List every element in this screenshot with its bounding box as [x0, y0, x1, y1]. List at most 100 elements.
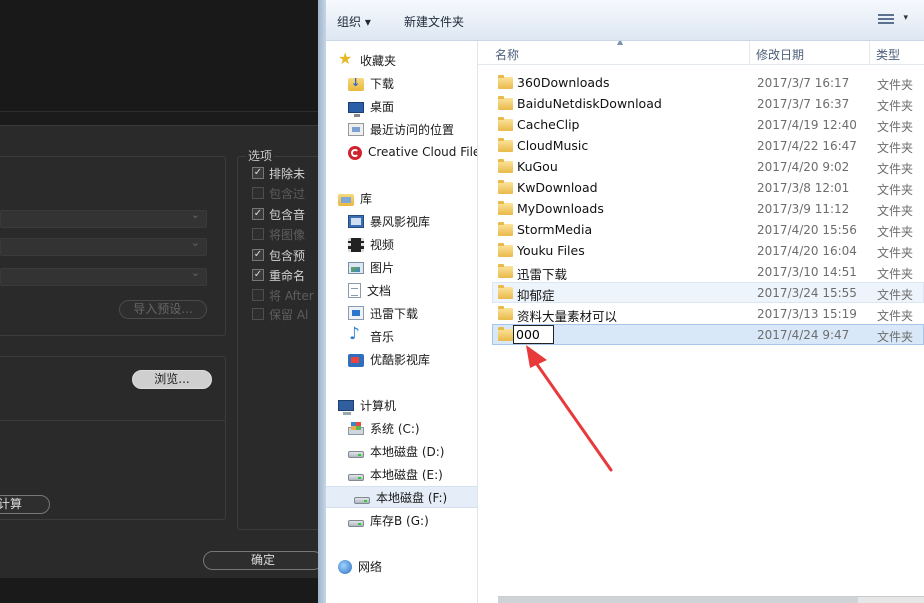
nav-item-music[interactable]: 音乐 [348, 324, 477, 347]
checkbox-checked[interactable]: ✓ [252, 269, 264, 281]
new-folder-button[interactable]: 新建文件夹 [404, 13, 464, 30]
nav-computer[interactable]: 计算机 [338, 394, 477, 416]
option-checkbox-row[interactable]: 包含过 [252, 185, 305, 201]
file-row[interactable]: 资料大量素材可以 2017/3/13 15:19 文件夹 [492, 303, 924, 324]
file-row[interactable]: KwDownload 2017/3/8 12:01 文件夹 [492, 177, 924, 198]
file-row[interactable]: MyDownloads 2017/3/9 11:12 文件夹 [492, 198, 924, 219]
option-checkbox-row[interactable]: ✓ 重命名 [252, 267, 305, 283]
horizontal-scrollbar[interactable] [498, 596, 924, 603]
file-row[interactable]: 抑郁症 2017/3/24 15:55 文件夹 [492, 282, 924, 303]
column-divider[interactable] [869, 41, 870, 65]
nav-item-label: Creative Cloud Files [368, 145, 478, 159]
nav-item-pictures[interactable]: 图片 [348, 256, 477, 278]
option-checkbox-row[interactable]: 将 After [252, 287, 314, 303]
file-row[interactable]: KuGou 2017/4/20 9:02 文件夹 [492, 156, 924, 177]
nav-item-videos[interactable]: 视频 [348, 233, 477, 255]
file-type: 文件夹 [877, 246, 914, 260]
file-row[interactable]: 360Downloads 2017/3/7 16:17 文件夹 [492, 72, 924, 93]
file-type: 文件夹 [877, 267, 914, 281]
folder-icon [498, 222, 513, 236]
folder-icon [498, 327, 513, 341]
file-row[interactable]: Youku Files 2017/4/20 16:04 文件夹 [492, 240, 924, 261]
creative-cloud-icon [348, 145, 362, 160]
preset-select-1[interactable] [0, 208, 207, 228]
nav-item-documents[interactable]: 文档 [348, 279, 477, 301]
xunlei-download-icon [348, 306, 364, 320]
nav-item-desktop[interactable]: 桌面 [348, 95, 477, 117]
nav-item-label: 迅雷下载 [370, 306, 419, 321]
option-checkbox-row[interactable]: 保留 Al [252, 306, 308, 322]
column-name[interactable]: 名称 [495, 46, 519, 63]
file-type: 文件夹 [877, 162, 914, 176]
option-checkbox-row[interactable]: ✓ 包含预 [252, 247, 305, 263]
computer-icon [338, 400, 354, 415]
folder-icon [498, 117, 513, 131]
file-row[interactable]: CloudMusic 2017/4/22 16:47 文件夹 [492, 135, 924, 156]
nav-item-label: 本地磁盘 (E:) [370, 467, 443, 482]
file-row[interactable]: CacheClip 2017/4/19 12:40 文件夹 [492, 114, 924, 135]
file-row[interactable]: 000 2017/4/24 9:47 文件夹 [492, 324, 924, 345]
file-name: KwDownload [517, 180, 598, 195]
nav-item-downloads[interactable]: 下载 [348, 72, 477, 94]
checkbox-unchecked[interactable] [252, 308, 264, 320]
calculate-button[interactable]: 计算 [0, 495, 50, 514]
nav-item-youku[interactable]: 优酷影视库 [348, 348, 477, 370]
nav-item-label: 下载 [370, 76, 395, 91]
option-label: 包含音 [269, 207, 306, 222]
nav-item-label: 音乐 [370, 329, 395, 344]
scrollbar-thumb[interactable] [498, 597, 858, 603]
import-preset-button[interactable]: 导入预设... [119, 300, 207, 319]
nav-item-label: 本地磁盘 (F:) [376, 490, 448, 505]
checkbox-checked[interactable]: ✓ [252, 249, 264, 261]
nav-libraries[interactable]: 库 [338, 187, 477, 209]
file-row[interactable]: StormMedia 2017/4/20 15:56 文件夹 [492, 219, 924, 240]
nav-item-baofeng[interactable]: 暴风影视库 [348, 210, 477, 232]
folder-icon [498, 138, 513, 152]
checkbox-unchecked[interactable] [252, 228, 264, 240]
nav-item-drive-e[interactable]: 本地磁盘 (E:) [348, 463, 477, 485]
nav-item-drive-g[interactable]: 库存B (G:) [348, 509, 477, 531]
column-divider[interactable] [749, 41, 750, 65]
nav-favorites[interactable]: 收藏夹 [338, 49, 477, 71]
libraries-icon [338, 193, 354, 206]
option-checkbox-row[interactable]: 将图像 [252, 226, 305, 242]
music-note-icon [348, 324, 364, 344]
file-row[interactable]: BaiduNetdiskDownload 2017/3/7 16:37 文件夹 [492, 93, 924, 114]
file-row[interactable]: 迅雷下载 2017/3/10 14:51 文件夹 [492, 261, 924, 282]
folder-icon [498, 159, 513, 173]
file-modified-date: 2017/4/20 15:56 [757, 223, 857, 237]
column-type[interactable]: 类型 [876, 46, 900, 63]
checkbox-unchecked[interactable] [252, 187, 264, 199]
hard-drive-icon [348, 519, 364, 527]
rename-input[interactable]: 000 [513, 325, 554, 344]
nav-item-label: 暴风影视库 [370, 214, 431, 229]
preset-select-2[interactable] [0, 236, 207, 256]
checkbox-checked[interactable]: ✓ [252, 167, 264, 179]
file-modified-date: 2017/4/19 12:40 [757, 118, 857, 132]
file-type: 文件夹 [877, 141, 914, 155]
checkbox-checked[interactable]: ✓ [252, 208, 264, 220]
option-label: 将 After [269, 288, 314, 303]
nav-item-drive-c[interactable]: 系统 (C:) [348, 417, 477, 439]
option-checkbox-row[interactable]: ✓ 排除未 [252, 165, 305, 181]
option-checkbox-row[interactable]: ✓ 包含音 [252, 206, 305, 222]
video-library-icon [348, 237, 364, 252]
nav-item-xunlei[interactable]: 迅雷下载 [348, 302, 477, 324]
view-dropdown-arrow[interactable]: ▾ [903, 13, 908, 23]
browse-button[interactable]: 浏览... [132, 370, 212, 389]
nav-item-drive-f[interactable]: 本地磁盘 (F:) [326, 486, 477, 508]
nav-item-label: 图片 [370, 260, 395, 275]
nav-item-drive-d[interactable]: 本地磁盘 (D:) [348, 440, 477, 462]
nav-network[interactable]: 网络 [338, 555, 477, 577]
organize-button[interactable]: 组织 ▾ [337, 13, 371, 30]
ok-button[interactable]: 确定 [203, 551, 318, 570]
column-modified[interactable]: 修改日期 [756, 46, 804, 63]
nav-item-label: 最近访问的位置 [370, 122, 455, 137]
file-modified-date: 2017/3/13 15:19 [757, 307, 857, 321]
checkbox-unchecked[interactable] [252, 289, 264, 301]
nav-item-recent-places[interactable]: 最近访问的位置 [348, 118, 477, 140]
preset-select-3[interactable] [0, 266, 207, 286]
view-options-icon[interactable] [878, 14, 894, 26]
nav-item-creative-cloud[interactable]: Creative Cloud Files [348, 141, 478, 163]
file-name: CloudMusic [517, 138, 589, 153]
